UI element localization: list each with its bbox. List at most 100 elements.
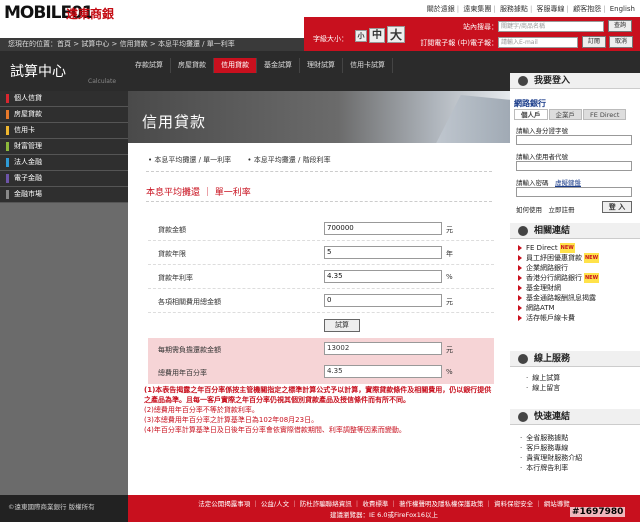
- subscribe-email-input[interactable]: 請輸入E-mail: [498, 37, 578, 48]
- online-service-links: · 線上試算 · 線上留言: [526, 373, 560, 393]
- link-label: FE Direct: [526, 244, 558, 252]
- link-label: 企業網路銀行: [526, 264, 568, 272]
- quick-link-branches[interactable]: · 全省服務據點: [520, 433, 582, 443]
- top-link-about[interactable]: 關於遠銀: [427, 5, 455, 13]
- left-menu-item-credit-card[interactable]: 信用卡: [0, 123, 128, 139]
- menu-label: 信用卡: [14, 126, 35, 134]
- font-size-medium-button[interactable]: 中: [369, 28, 385, 43]
- section-subtitle: Calculate: [88, 78, 117, 85]
- top-link-branches[interactable]: 服務據點: [500, 5, 528, 13]
- online-link-calc[interactable]: · 線上試算: [526, 373, 560, 383]
- related-link-relief-loan[interactable]: 員工紓困優惠貸款 NEW: [518, 253, 600, 263]
- tab-credit-card[interactable]: 信用卡試算: [343, 58, 393, 73]
- link-label: 基金理財網: [526, 284, 561, 292]
- left-menu-item-wealth[interactable]: 財富管理: [0, 139, 128, 155]
- search-button[interactable]: 查詢: [608, 20, 632, 32]
- calculate-button[interactable]: 試算: [324, 319, 360, 332]
- top-link-hotline[interactable]: 客服專線: [537, 5, 565, 13]
- related-link-fund-site[interactable]: 基金理財網: [518, 283, 599, 293]
- new-badge: NEW: [584, 253, 600, 263]
- image-watermark-id: #1697980: [570, 507, 626, 517]
- unit-label: %: [446, 273, 453, 281]
- user-id-input[interactable]: [516, 161, 632, 171]
- unsubscribe-button[interactable]: 取消: [609, 36, 633, 48]
- login-header: 我要登入: [510, 73, 640, 89]
- apply-link[interactable]: 立即註冊: [549, 206, 575, 214]
- loan-rate-label: 貸款年利率: [158, 274, 193, 282]
- left-menu-item-personal-loan[interactable]: 個人信貸: [0, 91, 128, 107]
- link-label: 員工紓困優惠貸款: [526, 254, 582, 262]
- menu-color-bar: [6, 142, 9, 151]
- tab-wealth[interactable]: 理財試算: [300, 58, 343, 73]
- user-id-label: 請輸入使用者代號: [516, 153, 568, 161]
- calc-tabs: 存款試算 房屋貸款 信用貸款 基金試算 理財試算 信用卡試算: [128, 58, 393, 73]
- font-size-large-button[interactable]: 大: [387, 26, 405, 43]
- menu-label: 財富管理: [14, 142, 42, 150]
- left-menu-item-mortgage[interactable]: 房屋貸款: [0, 107, 128, 123]
- link-label: 網路ATM: [526, 304, 555, 312]
- menu-color-bar: [6, 190, 9, 199]
- loan-rate-input[interactable]: 4.35: [324, 270, 442, 283]
- subscribe-button[interactable]: 訂閱: [582, 36, 606, 48]
- divider: [146, 171, 492, 172]
- howto-link[interactable]: 如何使用: [516, 206, 542, 214]
- hero-title: 信用貸款: [142, 113, 207, 131]
- menu-color-bar: [6, 126, 9, 135]
- subnav-tiered-rate[interactable]: • 本息平均攤還 / 階段利率: [247, 156, 330, 164]
- arrow-icon: [518, 275, 522, 281]
- disclaimer-notes: (1)本表告揭露之年百分率係按主管機關指定之標準計算公式予以計算，實際貸款條件及…: [144, 385, 496, 435]
- quick-link-hotline[interactable]: · 客戶服務專線: [520, 443, 582, 453]
- quick-link-vip[interactable]: · 貴賓理財服務介紹: [520, 453, 582, 463]
- password-input[interactable]: [516, 187, 632, 197]
- related-link-web-atm[interactable]: 網路ATM: [518, 303, 599, 313]
- link-label: 香港分行網路銀行: [526, 274, 582, 282]
- copyright: ©遠東國際商業銀行 版權所有: [0, 495, 128, 522]
- quick-links-header: 快速連結: [510, 409, 640, 425]
- unit-label: 年: [446, 250, 453, 258]
- note-1: (1)本表告揭露之年百分率係按主管機關指定之標準計算公式予以計算，實際貸款條件及…: [144, 386, 492, 404]
- form-row-amount: 貸款金額 700000 元: [148, 217, 494, 241]
- tab-credit-loan[interactable]: 信用貸款: [214, 58, 257, 73]
- left-menu-item-corporate[interactable]: 法人金融: [0, 155, 128, 171]
- footer-links[interactable]: 法定公開揭露事項 ｜ 公益/人文 ｜ 防杜詐騙聯絡資訊 ｜ 收費標準 ｜ 著作權…: [128, 498, 640, 508]
- left-menu-item-ebanking[interactable]: 電子金融: [0, 171, 128, 187]
- top-link-group[interactable]: 遠東集團: [463, 5, 491, 13]
- id-label: 請輸入身分證字號: [516, 127, 568, 135]
- top-link-english[interactable]: English: [610, 5, 635, 13]
- bank-logo[interactable]: MOBILE01 遠東商銀: [4, 3, 124, 25]
- loan-amount-input[interactable]: 700000: [324, 222, 442, 235]
- tab-mortgage[interactable]: 房屋貸款: [171, 58, 214, 73]
- unit-label: 元: [446, 226, 453, 234]
- related-link-fe-direct[interactable]: FE Direct NEW: [518, 243, 599, 253]
- login-tab-fe-direct[interactable]: FE Direct: [583, 109, 627, 120]
- related-link-fund-disclosure[interactable]: 基金通路報酬訊息揭露: [518, 293, 599, 303]
- related-link-corporate-netbank[interactable]: 企業網路銀行: [518, 263, 599, 273]
- subnav-single-rate[interactable]: • 本息平均攤還 / 單一利率: [148, 156, 231, 164]
- related-header: 相關連結: [510, 223, 640, 239]
- user-icon: [518, 76, 528, 86]
- related-link-card-fee[interactable]: 活存帳戶線卡費: [518, 313, 599, 323]
- login-button[interactable]: 登 入: [602, 201, 632, 213]
- login-tab-personal[interactable]: 個人戶: [514, 109, 548, 120]
- arrow-icon: [518, 285, 522, 291]
- menu-color-bar: [6, 174, 9, 183]
- search-input[interactable]: 關鍵字/商品名稱: [498, 21, 604, 32]
- online-link-message[interactable]: · 線上留言: [526, 383, 560, 393]
- top-link-complaint[interactable]: 顧客抱怨: [573, 5, 601, 13]
- id-input[interactable]: [516, 135, 632, 145]
- unit-label: 元: [446, 298, 453, 306]
- login-tab-corporate[interactable]: 企業戶: [548, 109, 582, 120]
- tab-fund[interactable]: 基金試算: [257, 58, 300, 73]
- bank-name: 遠東商銀: [66, 7, 115, 21]
- tab-deposit[interactable]: 存款試算: [128, 58, 171, 73]
- related-link-hk-netbank[interactable]: 香港分行網路銀行 NEW: [518, 273, 600, 283]
- new-badge: NEW: [559, 243, 575, 253]
- virtual-keyboard-link[interactable]: 虛擬鍵盤: [555, 179, 581, 187]
- loan-years-label: 貸款年限: [158, 250, 186, 258]
- fees-input[interactable]: 0: [324, 294, 442, 307]
- quick-link-rates[interactable]: · 本行牌告利率: [520, 463, 582, 473]
- login-title: 我要登入: [534, 76, 571, 86]
- loan-years-input[interactable]: 5: [324, 246, 442, 259]
- font-size-small-button[interactable]: 小: [355, 30, 367, 42]
- left-menu-item-markets[interactable]: 金融市場: [0, 187, 128, 203]
